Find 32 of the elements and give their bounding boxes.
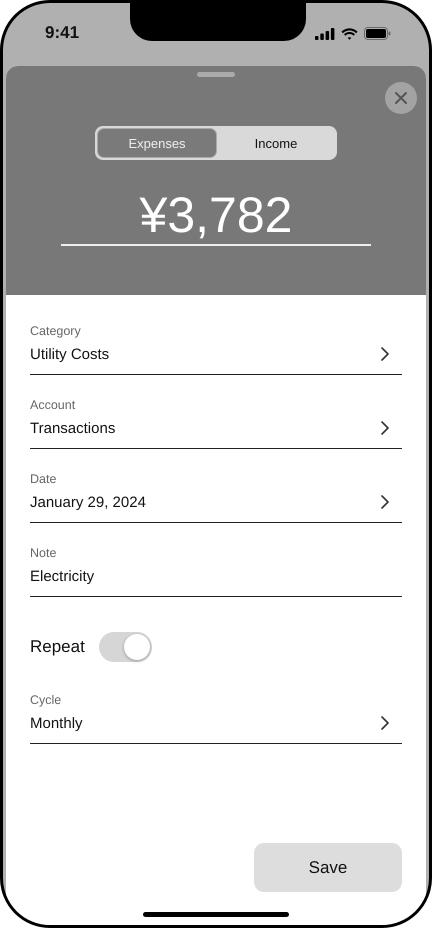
field-label: Category — [30, 323, 82, 339]
toggle-label: Repeat — [30, 637, 85, 657]
status-time: 9:41 — [45, 23, 80, 43]
field-label: Cycle — [30, 692, 62, 708]
field-value: Electricity — [30, 568, 94, 584]
picker-row[interactable]: Monthly — [30, 712, 402, 734]
type-tab[interactable]: Income — [217, 128, 335, 158]
field-value: Utility Costs — [30, 346, 110, 362]
picker-row[interactable]: January 29, 2024 — [30, 491, 402, 513]
amount-field[interactable]: ¥3,782 — [61, 188, 371, 246]
chevron-right-icon — [380, 420, 390, 436]
field-value: Monthly — [30, 714, 83, 732]
type-tab[interactable]: Expenses — [97, 128, 217, 158]
repeat-toggle[interactable] — [98, 632, 152, 662]
close-button[interactable] — [385, 82, 417, 114]
chevron-right-icon — [380, 715, 390, 731]
chevron-right-icon — [380, 494, 390, 510]
close-icon — [394, 91, 408, 105]
save-button[interactable]: Save — [254, 843, 402, 892]
field-label: Note — [30, 545, 58, 561]
sheet-grabber[interactable] — [197, 72, 235, 77]
field-label: Date — [30, 471, 58, 487]
signal-icon — [315, 28, 335, 40]
battery-icon — [364, 27, 391, 40]
wifi-icon — [341, 28, 358, 40]
input-field[interactable]: Electricity — [30, 565, 402, 587]
chevron-right-icon — [380, 346, 390, 362]
field-label: Account — [30, 397, 76, 413]
picker-row[interactable]: Transactions — [30, 417, 402, 439]
picker-row[interactable]: Utility Costs — [30, 343, 402, 365]
field-value: Transactions — [30, 420, 116, 436]
field-value: January 29, 2024 — [30, 494, 146, 510]
